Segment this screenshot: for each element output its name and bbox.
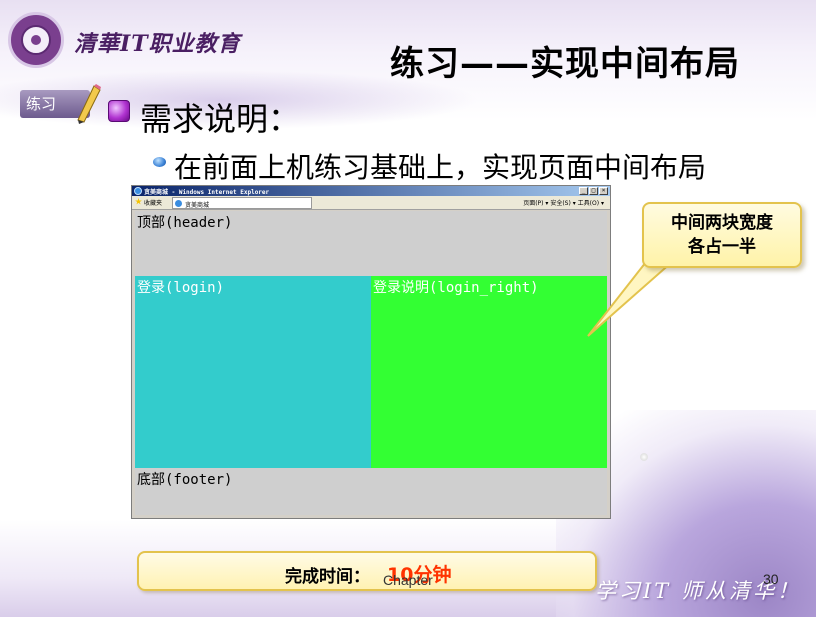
browser-titlebar: 贪美商城 - Windows Internet Explorer _ □ × (132, 186, 610, 196)
favorites-button[interactable]: 收藏夹 (132, 198, 166, 207)
page-number: 30 (763, 571, 779, 587)
requirements-description: 在前面上机练习基础上，实现页面中间布局 (174, 151, 707, 184)
browser-window: 贪美商城 - Windows Internet Explorer _ □ × 收… (131, 185, 611, 519)
blue-bullet-icon (153, 157, 166, 167)
pencil-icon (77, 84, 101, 124)
slide-title: 练习——实现中间布局 (390, 44, 740, 84)
toolbar-menus[interactable]: 页面(P) ▾ 安全(S) ▾ 工具(O) ▾ (523, 198, 610, 207)
browser-tab[interactable]: 贪美商城 (172, 196, 313, 209)
ie-icon (134, 187, 142, 195)
footer-region: 底部(footer) (135, 468, 607, 515)
completion-time-label: 完成时间： (285, 567, 370, 587)
completion-time-box: 完成时间： 10分钟 (137, 551, 597, 591)
purple-bullet-icon (108, 100, 130, 122)
browser-toolbar: 收藏夹 贪美商城 页面(P) ▾ 安全(S) ▾ 工具(O) ▾ (132, 196, 610, 210)
maximize-button[interactable]: □ (589, 187, 598, 195)
close-button[interactable]: × (599, 187, 608, 195)
login-region: 登录(login) (135, 276, 371, 468)
chapter-label: Chapter (383, 572, 433, 588)
requirements-heading: 需求说明： (140, 100, 301, 138)
callout-line-1: 中间两块宽度 (671, 213, 773, 233)
minimize-button[interactable]: _ (579, 187, 588, 195)
header-region: 顶部(header) (135, 211, 607, 276)
width-note-callout: 中间两块宽度 各占一半 (642, 202, 802, 268)
brand-title: 清華IT职业教育 (74, 31, 241, 57)
callout-line-2: 各占一半 (688, 237, 756, 257)
browser-viewport: 顶部(header) 登录(login) 登录说明(login_right) 底… (135, 211, 607, 515)
callout-pointer (587, 262, 674, 337)
login-right-region: 登录说明(login_right) (371, 276, 607, 468)
sparkle-decoration (640, 453, 648, 461)
browser-window-title: 贪美商城 - Windows Internet Explorer (144, 188, 270, 196)
university-seal-logo (8, 12, 64, 68)
